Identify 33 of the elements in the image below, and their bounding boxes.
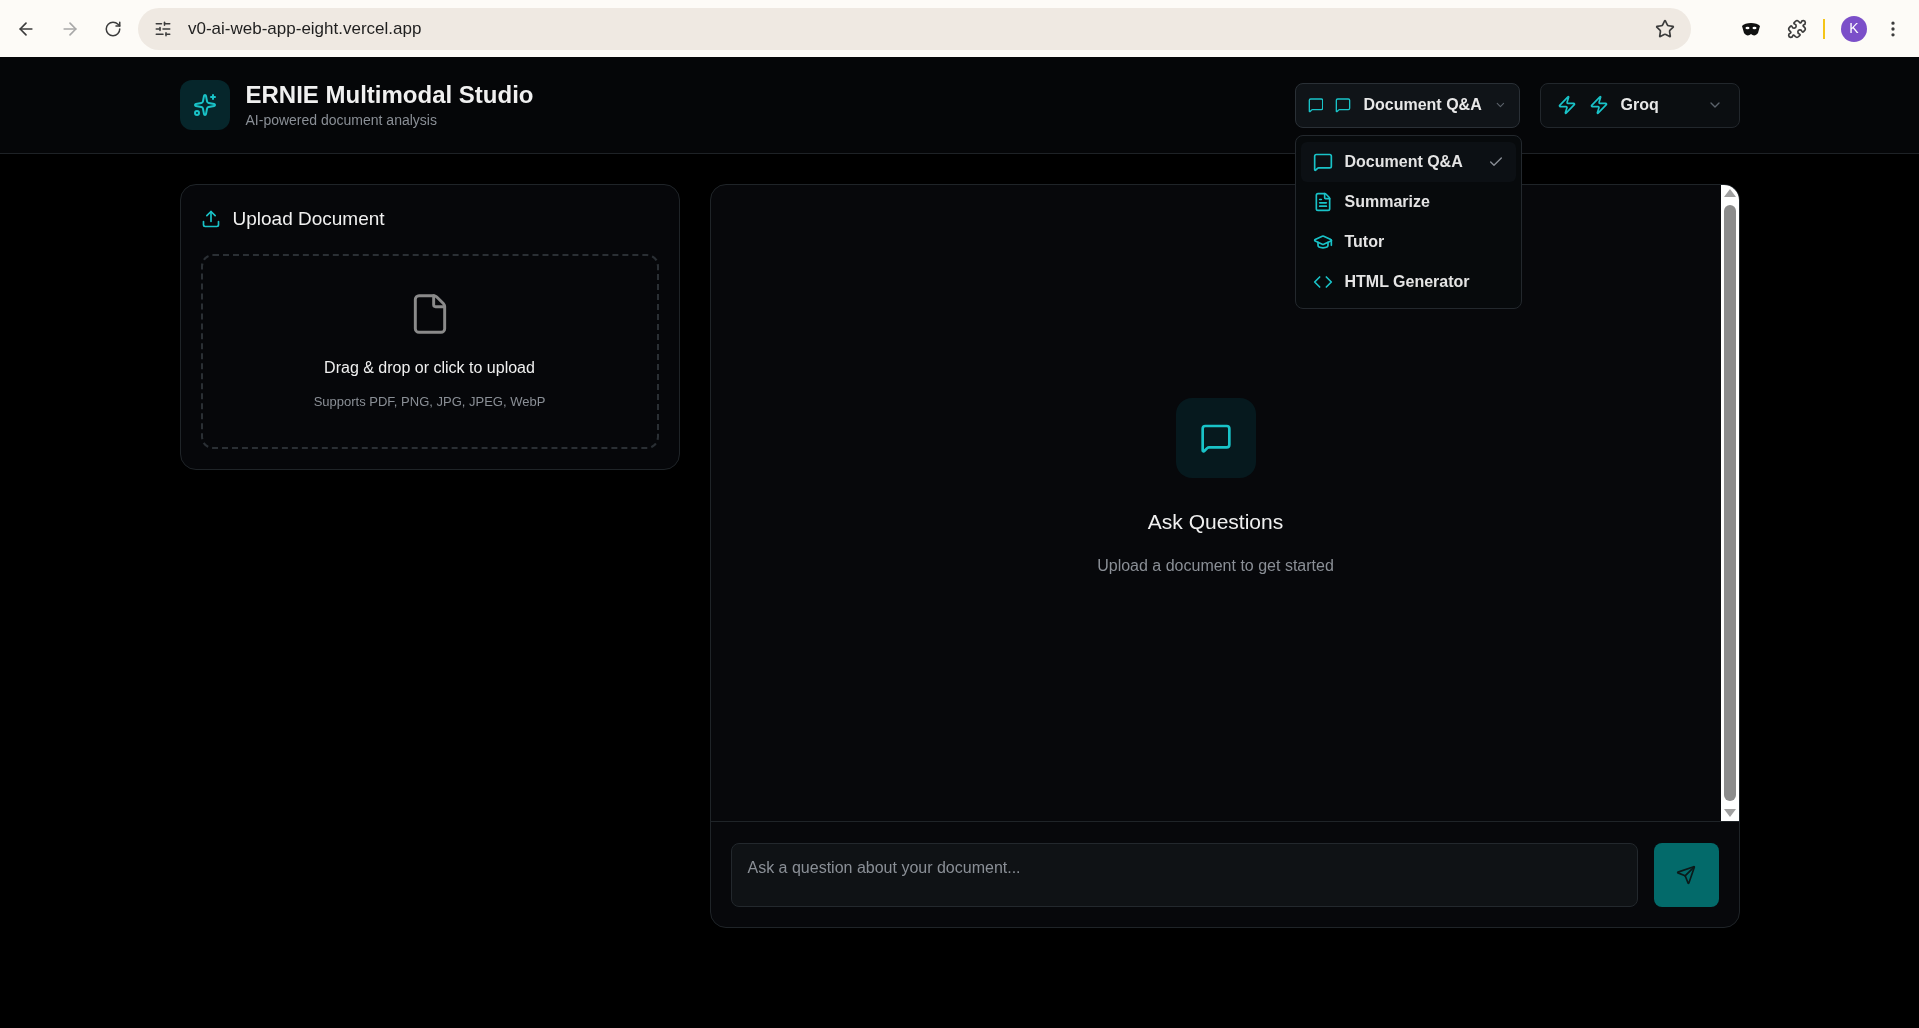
chat-bubble-icon: [1312, 151, 1333, 172]
send-icon: [1676, 864, 1696, 885]
chat-bubble-icon: [1199, 422, 1232, 455]
lightning-icon: [1588, 95, 1609, 115]
upload-title: Upload Document: [232, 207, 385, 231]
mode-menu-item[interactable]: Summarize: [1300, 181, 1516, 222]
empty-state-title: Ask Questions: [1147, 509, 1284, 536]
url-text: v0-ai-web-app-eight.vercel.app: [188, 17, 423, 40]
mode-menu-item[interactable]: Document Q&A: [1300, 141, 1516, 182]
question-input[interactable]: Ask a question about your document...: [730, 842, 1638, 907]
model-select[interactable]: Groq: [1539, 82, 1740, 128]
send-button[interactable]: [1653, 842, 1719, 907]
app-title: ERNIE Multimodal Studio: [245, 79, 534, 110]
reload-button[interactable]: [104, 19, 122, 38]
lightning-icon: [1556, 95, 1577, 115]
bookmark-star-icon[interactable]: [1655, 18, 1675, 39]
chat-bubble-icon: [1335, 95, 1352, 115]
app-subtitle: AI-powered document analysis: [245, 110, 438, 130]
drop-zone[interactable]: Drag & drop or click to upload Supports PDF, PNG, JPG, JPEG, WebP: [200, 253, 659, 449]
supported-formats: Supports PDF, PNG, JPG, JPEG, WebP: [313, 392, 546, 411]
extensions-icon[interactable]: [1787, 18, 1807, 39]
site-settings-icon[interactable]: [154, 19, 172, 38]
profile-avatar[interactable]: K: [1841, 15, 1867, 42]
mode-select[interactable]: Document Q&A: [1294, 82, 1520, 128]
address-bar[interactable]: v0-ai-web-app-eight.vercel.app: [138, 7, 1691, 50]
upload-icon: [200, 209, 221, 230]
mode-menu-item[interactable]: HTML Generator: [1300, 261, 1516, 302]
sparkles-icon: [192, 93, 217, 117]
chat-bubble-icon: [1307, 95, 1324, 115]
scrollbar[interactable]: [1720, 185, 1739, 821]
empty-state-subtitle: Upload a document to get started: [1097, 555, 1334, 576]
upload-prompt: Drag & drop or click to upload: [324, 357, 535, 378]
mode-menu-item[interactable]: Tutor: [1300, 221, 1516, 262]
